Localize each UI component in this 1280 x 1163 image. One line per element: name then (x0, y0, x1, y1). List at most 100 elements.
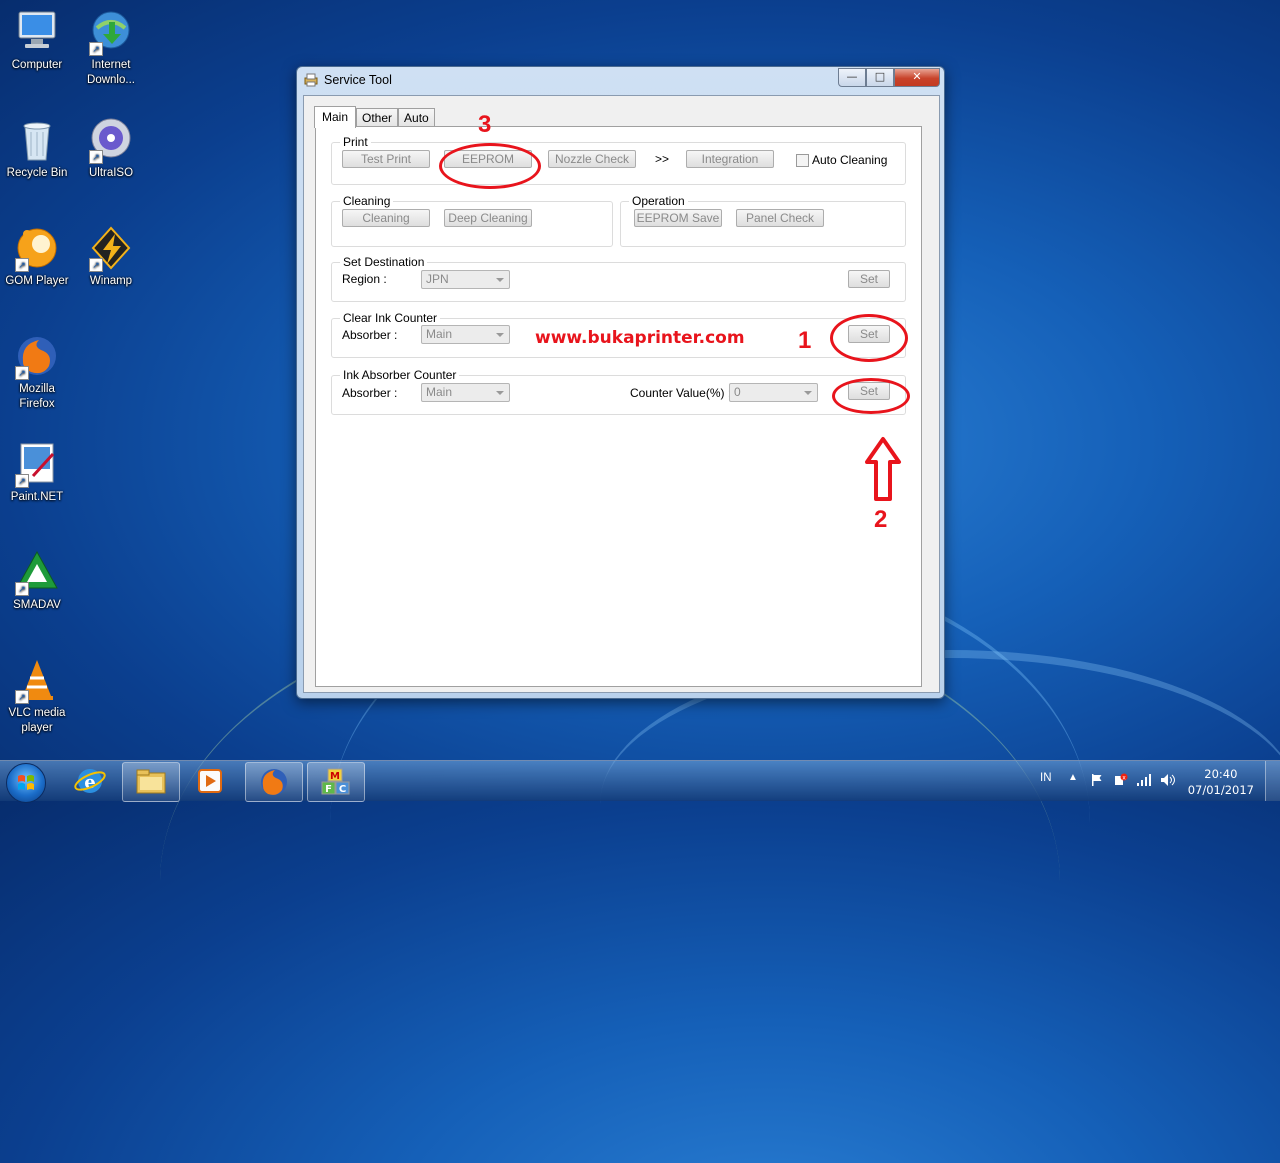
clock-time: 20:40 (1204, 767, 1238, 781)
clear-absorber-dropdown[interactable]: Main (421, 325, 510, 344)
eeprom-save-button[interactable]: EEPROM Save (634, 209, 722, 227)
deep-cleaning-button[interactable]: Deep Cleaning (444, 209, 532, 227)
annotation-up-arrow-icon (865, 437, 901, 501)
volume-icon[interactable] (1160, 773, 1176, 787)
internet-download-manager-icon: ↗ (87, 8, 135, 56)
ink-absorber-counter-group: Ink Absorber Counter (331, 368, 906, 415)
minimize-button[interactable]: — (838, 68, 866, 87)
region-dropdown[interactable]: JPN (421, 270, 510, 289)
clear-absorber-label: Absorber : (342, 328, 398, 342)
counter-value-dropdown[interactable]: 0 (729, 383, 818, 402)
print-group-legend: Print (343, 135, 368, 149)
counter-value-label: Counter Value(%) : (630, 386, 732, 400)
windows-logo-icon (18, 775, 34, 790)
computer-icon (13, 8, 61, 56)
firefox-icon (261, 769, 287, 795)
integration-button[interactable]: Integration (686, 150, 774, 168)
annotation-circle-eeprom (439, 143, 541, 189)
annotation-number-2: 2 (874, 506, 888, 533)
svg-text:F: F (325, 784, 332, 795)
signal-strength-icon[interactable] (1136, 773, 1152, 787)
taskbar-file-explorer[interactable] (122, 762, 180, 802)
printer-app-icon (304, 73, 318, 87)
auto-cleaning-checkbox[interactable] (796, 154, 809, 167)
language-indicator[interactable]: IN (1040, 772, 1052, 784)
window-title: Service Tool (324, 73, 392, 87)
media-player-icon (198, 769, 222, 793)
internet-explorer-icon: e (74, 769, 106, 793)
tab-other[interactable]: Other (356, 108, 399, 127)
annotation-circle-clear-set (830, 314, 908, 362)
tab-main[interactable]: Main (314, 106, 357, 128)
annotation-number-3: 3 (478, 111, 492, 138)
counter-value: 0 (734, 385, 741, 399)
desktop-icon-internet-download-manager[interactable]: ↗ Internet Downlo... (75, 8, 147, 88)
auto-cleaning-label[interactable]: Auto Cleaning (812, 153, 887, 167)
taskbar-internet-explorer[interactable]: e (62, 762, 118, 800)
winamp-icon: ↗ (87, 224, 135, 272)
desktop-icon-winamp[interactable]: ↗ Winamp (75, 224, 147, 289)
shortcut-arrow-icon: ↗ (15, 474, 29, 488)
shortcut-arrow-icon: ↗ (15, 690, 29, 704)
paint-net-icon: ↗ (13, 440, 61, 488)
shortcut-arrow-icon: ↗ (89, 42, 103, 56)
watermark-text: www.bukaprinter.com (535, 328, 745, 348)
taskbar: e MFC IN ▲ x 20:40 07/01/2017 (0, 760, 1280, 803)
nozzle-check-button[interactable]: Nozzle Check (548, 150, 636, 168)
service-tool-app-icon: MF C (321, 768, 350, 795)
test-print-button[interactable]: Test Print (342, 150, 430, 168)
shortcut-arrow-icon: ↗ (15, 366, 29, 380)
title-bar[interactable]: Service Tool — □ ✕ (297, 67, 944, 93)
cleaning-group-legend: Cleaning (343, 194, 391, 208)
power-alert-icon[interactable]: x (1112, 772, 1128, 788)
desktop-icon-computer[interactable]: Computer (1, 8, 73, 73)
show-desktop-button[interactable] (1265, 761, 1280, 801)
set-destination-set-button[interactable]: Set (848, 270, 890, 288)
show-hidden-icons-icon[interactable]: ▲ (1068, 772, 1078, 783)
region-label: Region : (342, 272, 387, 286)
set-destination-group: Set Destination (331, 255, 906, 302)
flag-icon[interactable] (1090, 773, 1104, 787)
annotation-number-1: 1 (798, 327, 812, 354)
clock[interactable]: 20:40 07/01/2017 (1188, 766, 1254, 798)
desktop-icon-gom-player[interactable]: ↗ GOM Player (1, 224, 73, 289)
maximize-button[interactable]: □ (866, 68, 894, 87)
clock-date: 07/01/2017 (1187, 783, 1254, 797)
desktop-icon-paint-net[interactable]: ↗ Paint.NET (1, 440, 73, 505)
gom-player-icon: ↗ (13, 224, 61, 272)
smadav-icon: ↗ (13, 548, 61, 596)
taskbar-service-tool[interactable]: MFC (307, 762, 365, 802)
desktop-icon-mozilla-firefox[interactable]: ↗ Mozilla Firefox (1, 332, 73, 412)
absorber-label: Absorber : (342, 386, 398, 400)
shortcut-arrow-icon: ↗ (89, 150, 103, 164)
region-value: JPN (426, 272, 449, 286)
absorber-dropdown[interactable]: Main (421, 383, 510, 402)
chevron-down-icon (496, 333, 504, 337)
close-button[interactable]: ✕ (894, 68, 940, 87)
absorber-value: Main (426, 385, 453, 399)
desktop-icon-smadav[interactable]: ↗ SMADAV (1, 548, 73, 613)
firefox-icon: ↗ (13, 332, 61, 380)
tab-strip: Main Other Auto (314, 106, 435, 128)
tab-page-main: Print Test Print EEPROM Nozzle Check >> … (315, 126, 922, 687)
start-button[interactable] (6, 763, 46, 803)
set-destination-legend: Set Destination (343, 255, 425, 269)
caption-buttons: — □ ✕ (838, 68, 940, 87)
clear-ink-counter-legend: Clear Ink Counter (343, 311, 438, 325)
svg-text:C: C (339, 784, 346, 795)
annotation-circle-counter-set (832, 378, 910, 414)
operation-group-legend: Operation (632, 194, 685, 208)
desktop-icon-ultraiso[interactable]: ↗ UltraISO (75, 116, 147, 181)
taskbar-media-player[interactable] (182, 762, 238, 800)
shortcut-arrow-icon: ↗ (15, 582, 29, 596)
taskbar-firefox[interactable] (245, 762, 303, 802)
file-explorer-icon (136, 769, 166, 794)
desktop-icon-recycle-bin[interactable]: Recycle Bin (1, 116, 73, 181)
shortcut-arrow-icon: ↗ (89, 258, 103, 272)
chevron-down-icon (804, 391, 812, 395)
tab-auto[interactable]: Auto (398, 108, 435, 127)
desktop-icon-vlc[interactable]: ↗ VLC media player (1, 656, 73, 736)
panel-check-button[interactable]: Panel Check (736, 209, 824, 227)
cleaning-button[interactable]: Cleaning (342, 209, 430, 227)
shortcut-arrow-icon: ↗ (15, 258, 29, 272)
